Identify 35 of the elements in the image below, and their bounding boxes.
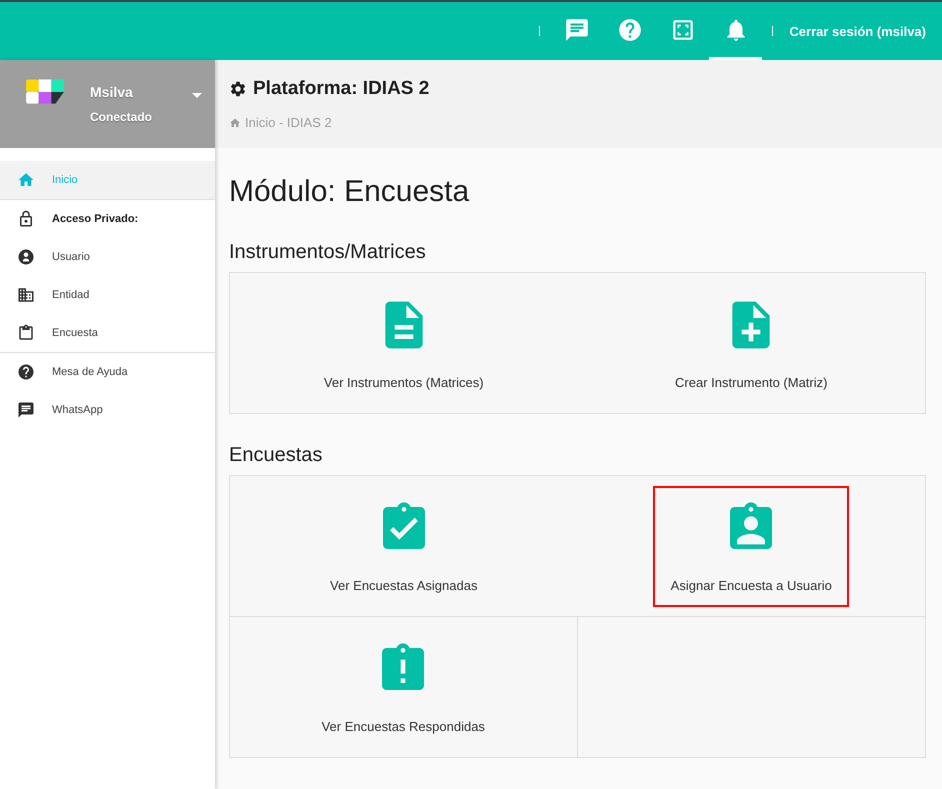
breadcrumb: Inicio - IDIAS 2 bbox=[245, 115, 332, 130]
user-name: Msilva bbox=[90, 84, 134, 100]
menu-item[interactable]: Entidad bbox=[0, 276, 215, 314]
clipboard-icon bbox=[17, 324, 35, 342]
menu-item[interactable]: Mesa de Ayuda bbox=[0, 353, 215, 391]
chat-icon bbox=[17, 401, 35, 419]
tile-label: Asignar Encuesta a Usuario bbox=[670, 578, 832, 592]
menu-item[interactable]: Usuario bbox=[0, 238, 215, 276]
tile-label: Ver Encuestas Asignadas bbox=[330, 578, 478, 592]
user-status: Conectado bbox=[90, 110, 152, 124]
menu-item[interactable]: WhatsApp bbox=[0, 391, 215, 429]
building-icon bbox=[17, 286, 35, 304]
section-title: Instrumentos/Matrices bbox=[229, 241, 427, 264]
tile-label: Crear Instrumento (Matriz) bbox=[675, 374, 828, 390]
tile[interactable]: Ver Encuestas Asignadas bbox=[230, 476, 578, 617]
tile-label: Ver Encuestas Respondidas bbox=[322, 718, 485, 734]
tile[interactable]: Crear Instrumento (Matriz) bbox=[578, 273, 925, 413]
menu-item[interactable]: Encuesta bbox=[0, 314, 215, 353]
home-icon bbox=[229, 116, 241, 128]
help-icon bbox=[616, 16, 643, 42]
help-icon bbox=[17, 363, 35, 381]
lock-icon bbox=[17, 210, 35, 228]
tile[interactable]: Ver Instrumentos (Matrices) bbox=[230, 273, 578, 413]
platform-title: Plataforma: IDIAS 2 bbox=[253, 78, 430, 100]
user-icon bbox=[17, 248, 35, 266]
caret-icon[interactable] bbox=[192, 93, 202, 98]
gear-icon bbox=[229, 80, 247, 98]
page-title: Módulo: Encuesta bbox=[229, 175, 470, 209]
chat-icon bbox=[564, 16, 590, 42]
home-icon bbox=[17, 171, 35, 189]
tile[interactable]: Ver Encuestas Respondidas bbox=[230, 617, 578, 757]
tile[interactable]: Asignar Encuesta a Usuario bbox=[578, 476, 925, 617]
tile-label: Ver Instrumentos (Matrices) bbox=[324, 374, 484, 390]
section-title: Encuestas bbox=[229, 444, 324, 467]
menu-header: Acceso Privado: bbox=[0, 200, 215, 238]
